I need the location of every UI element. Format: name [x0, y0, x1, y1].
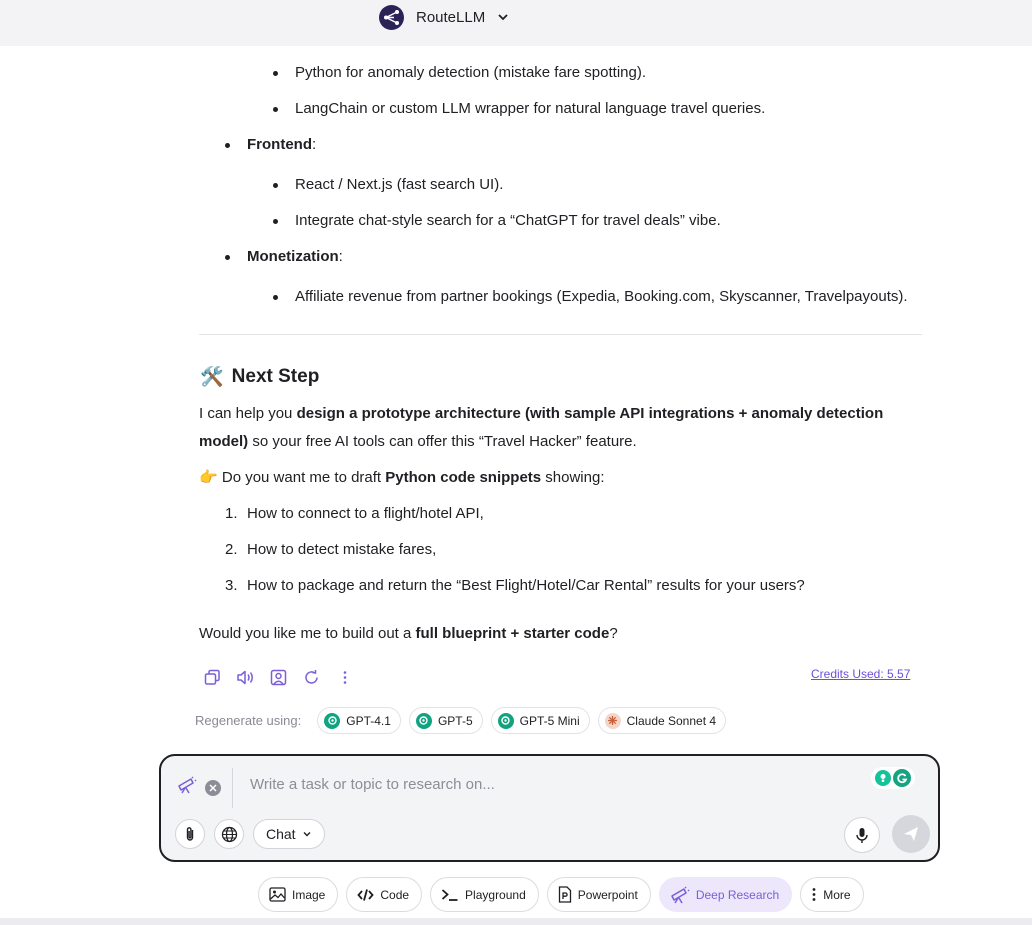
send-button[interactable] — [892, 815, 930, 853]
composer: Write a task or topic to research on... … — [159, 754, 940, 862]
task-input[interactable]: Write a task or topic to research on... — [250, 776, 495, 793]
credits-used-link[interactable]: Credits Used: 5.57 — [811, 667, 910, 681]
code-icon — [357, 888, 375, 901]
openai-icon — [497, 712, 514, 729]
paperclip-icon — [186, 827, 194, 841]
numbered-item: 2. How to detect mistake fares, — [225, 541, 437, 558]
microphone-icon — [856, 827, 868, 843]
message-actions — [203, 668, 354, 687]
app-name: RouteLLM — [416, 8, 486, 26]
numbered-item: 3. How to package and return the “Best Fl… — [225, 577, 805, 594]
section-heading: 🛠️ Next Step — [200, 366, 320, 388]
tool-powerpoint-button[interactable]: Powerpoint — [546, 877, 651, 912]
top-bar: RouteLLM — [0, 0, 1032, 46]
globe-icon — [221, 826, 237, 842]
composer-separator — [232, 768, 233, 808]
more-vertical-icon[interactable] — [335, 668, 354, 687]
tools-emoji-icon: 🛠️ — [200, 367, 224, 388]
grammarly-icon — [893, 769, 911, 787]
model-switcher[interactable]: RouteLLM — [379, 4, 509, 30]
terminal-icon — [441, 888, 458, 901]
list-item: Integrate chat-style search for a “ChatG… — [273, 212, 721, 229]
tool-playground-button[interactable]: Playground — [430, 877, 539, 912]
telescope-icon — [671, 886, 690, 903]
regenerate-bar: Regenerate using: GPT-4.1 GPT-5 GPT-5 Mi… — [195, 707, 727, 734]
microphone-button[interactable] — [844, 817, 880, 853]
bottom-strip — [0, 918, 1032, 925]
regen-gpt-5-button[interactable]: GPT-5 — [408, 707, 483, 734]
openai-icon — [324, 712, 341, 729]
list-item: LangChain or custom LLM wrapper for natu… — [272, 100, 766, 117]
list-item: Python for anomaly detection (mistake fa… — [272, 64, 647, 81]
image-icon — [269, 887, 286, 902]
chevron-down-icon — [303, 832, 311, 837]
attach-button[interactable] — [175, 819, 205, 849]
copy-icon[interactable] — [203, 668, 222, 687]
tool-bar: Image Code Playground Powerpoint Deep Re… — [258, 877, 864, 912]
divider — [199, 334, 922, 335]
mode-select[interactable]: Chat — [253, 819, 325, 849]
paragraph: Would you like me to build out a full bl… — [199, 625, 618, 642]
list-item-frontend: Frontend: — [224, 136, 317, 153]
openai-icon — [415, 712, 432, 729]
bulb-icon — [875, 770, 891, 786]
paragraph: I can help you design a prototype archit… — [199, 405, 884, 450]
grammarly-widget[interactable] — [871, 767, 915, 789]
regen-gpt-5-mini-button[interactable]: GPT-5 Mini — [490, 707, 590, 734]
claude-icon — [604, 712, 621, 729]
list-item-monetization: Monetization: — [225, 248, 343, 265]
clear-mode-button[interactable] — [205, 779, 221, 796]
tool-deep-research-button[interactable]: Deep Research — [658, 877, 793, 912]
regenerate-label: Regenerate using: — [195, 713, 302, 728]
list-item: Affiliate revenue from partner bookings … — [273, 288, 908, 305]
web-search-button[interactable] — [214, 819, 244, 849]
tool-code-button[interactable]: Code — [346, 877, 423, 912]
chevron-down-icon — [498, 14, 508, 21]
tool-more-button[interactable]: More — [800, 877, 864, 912]
refresh-icon[interactable] — [302, 668, 321, 687]
composer-mode — [177, 776, 221, 799]
regen-gpt-4-1-button[interactable]: GPT-4.1 — [317, 707, 401, 734]
paragraph: 👉 Do you want me to draft Python code sn… — [199, 469, 605, 486]
powerpoint-icon — [558, 886, 571, 903]
speaker-icon[interactable] — [236, 668, 255, 687]
telescope-icon — [177, 776, 197, 799]
person-icon[interactable] — [269, 668, 288, 687]
regen-claude-sonnet-4-button[interactable]: Claude Sonnet 4 — [597, 707, 727, 734]
routellm-logo-icon — [379, 4, 404, 30]
more-vertical-icon — [812, 888, 816, 901]
numbered-item: 1. How to connect to a flight/hotel API, — [225, 505, 484, 522]
pointing-hand-emoji-icon: 👉 — [199, 469, 218, 486]
send-icon — [904, 827, 918, 841]
list-item: React / Next.js (fast search UI). — [272, 176, 504, 193]
tool-image-button[interactable]: Image — [258, 877, 339, 912]
